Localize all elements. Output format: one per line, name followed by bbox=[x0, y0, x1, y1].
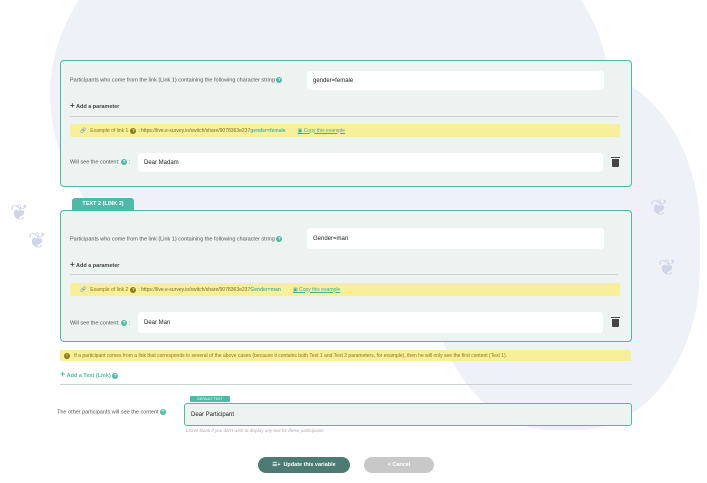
plus-icon: + bbox=[70, 260, 75, 269]
link-icon: 🔗 bbox=[80, 127, 87, 134]
divider bbox=[70, 274, 618, 275]
help-icon[interactable]: ? bbox=[160, 409, 167, 415]
help-icon[interactable]: ? bbox=[276, 236, 283, 242]
leaf-decoration-icon: ❦ bbox=[658, 255, 677, 280]
add-text-link[interactable]: + Add a Text (Link) ? bbox=[60, 369, 119, 379]
info-icon: ! bbox=[64, 352, 70, 359]
help-icon[interactable]: ? bbox=[130, 286, 137, 293]
plus-icon: + bbox=[60, 369, 66, 379]
leaf-decoration-icon: ❦ bbox=[28, 228, 47, 253]
text-1-content-input[interactable]: Dear Madam bbox=[138, 153, 603, 172]
text-1-param-input[interactable]: gender=female bbox=[307, 71, 604, 90]
divider bbox=[70, 116, 618, 117]
help-icon[interactable]: ? bbox=[276, 77, 283, 83]
leaf-decoration-icon: ❦ bbox=[10, 200, 29, 225]
text-2-example-link: 🔗 Example of link 2 ? : https://live.e-s… bbox=[70, 283, 620, 296]
cancel-button[interactable]: < Cancel bbox=[364, 457, 434, 473]
divider bbox=[60, 384, 632, 385]
text-2-delete-icon[interactable] bbox=[611, 317, 620, 327]
text-1-delete-icon[interactable] bbox=[611, 157, 620, 167]
plus-icon: + bbox=[70, 101, 75, 110]
tab-text-2: TEXT 2 (LINK 2) bbox=[72, 198, 134, 210]
default-content-input[interactable]: Dear Participant bbox=[184, 403, 632, 426]
copy-icon: ▣ bbox=[297, 127, 303, 134]
default-content-label: The other participants will see the cont… bbox=[57, 409, 167, 416]
help-icon[interactable]: ? bbox=[130, 127, 137, 134]
text-2-add-parameter[interactable]: + Add a parameter bbox=[70, 260, 119, 269]
text-2-content-label: Will see the content: ? : bbox=[70, 320, 131, 327]
text-1-add-parameter[interactable]: + Add a parameter bbox=[70, 101, 119, 110]
warning-banner: ! If a participant comes from a link tha… bbox=[60, 350, 631, 361]
text-1-content-label: Will see the content: ? : bbox=[70, 159, 131, 166]
text-2-content-input[interactable]: Dear Man bbox=[138, 312, 603, 333]
copy-icon: ▣ bbox=[292, 286, 298, 293]
text-1-example-link: 🔗 Example of link 1 ? : https://live.e-s… bbox=[70, 124, 620, 137]
leaf-decoration-icon: ❦ bbox=[650, 195, 669, 220]
copy-example-link[interactable]: ▣ Copy this example bbox=[298, 128, 345, 134]
text-1-participants-label: Participants who come from the link (Lin… bbox=[70, 77, 283, 84]
text-2-participants-label: Participants who come from the link (Lin… bbox=[70, 236, 283, 243]
link-icon: 🔗 bbox=[80, 286, 87, 293]
copy-example-link[interactable]: ▣ Copy this example bbox=[293, 287, 340, 293]
default-hint: Leave blank if you don't wish to display… bbox=[186, 428, 324, 433]
text-2-param-input[interactable]: Gender=man bbox=[307, 228, 604, 249]
help-icon[interactable]: ? bbox=[121, 320, 128, 326]
help-icon[interactable]: ? bbox=[121, 159, 128, 165]
update-icon: ☰+ bbox=[272, 462, 281, 468]
help-icon[interactable]: ? bbox=[112, 372, 119, 379]
update-variable-button[interactable]: ☰+ Update this variable bbox=[258, 457, 350, 473]
default-text-badge: DEFAULT TEXT bbox=[190, 396, 230, 402]
